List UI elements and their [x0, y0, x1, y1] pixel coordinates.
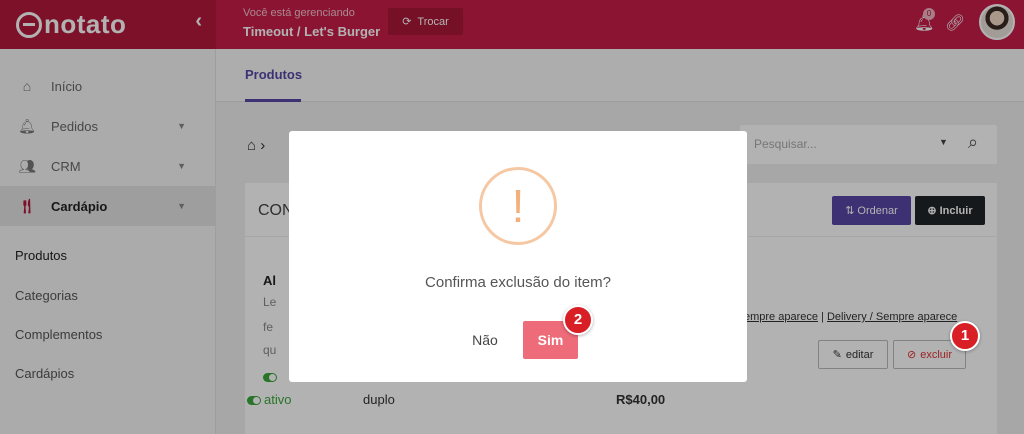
no-button[interactable]: Não [463, 321, 507, 359]
step-marker-2: 2 [563, 305, 593, 335]
dialog-message: Confirma exclusão do item? [425, 274, 611, 291]
warning-icon: ! [479, 167, 557, 245]
confirm-dialog: ! Confirma exclusão do item? Não Sim [289, 131, 747, 382]
step-marker-1: 1 [950, 321, 980, 351]
